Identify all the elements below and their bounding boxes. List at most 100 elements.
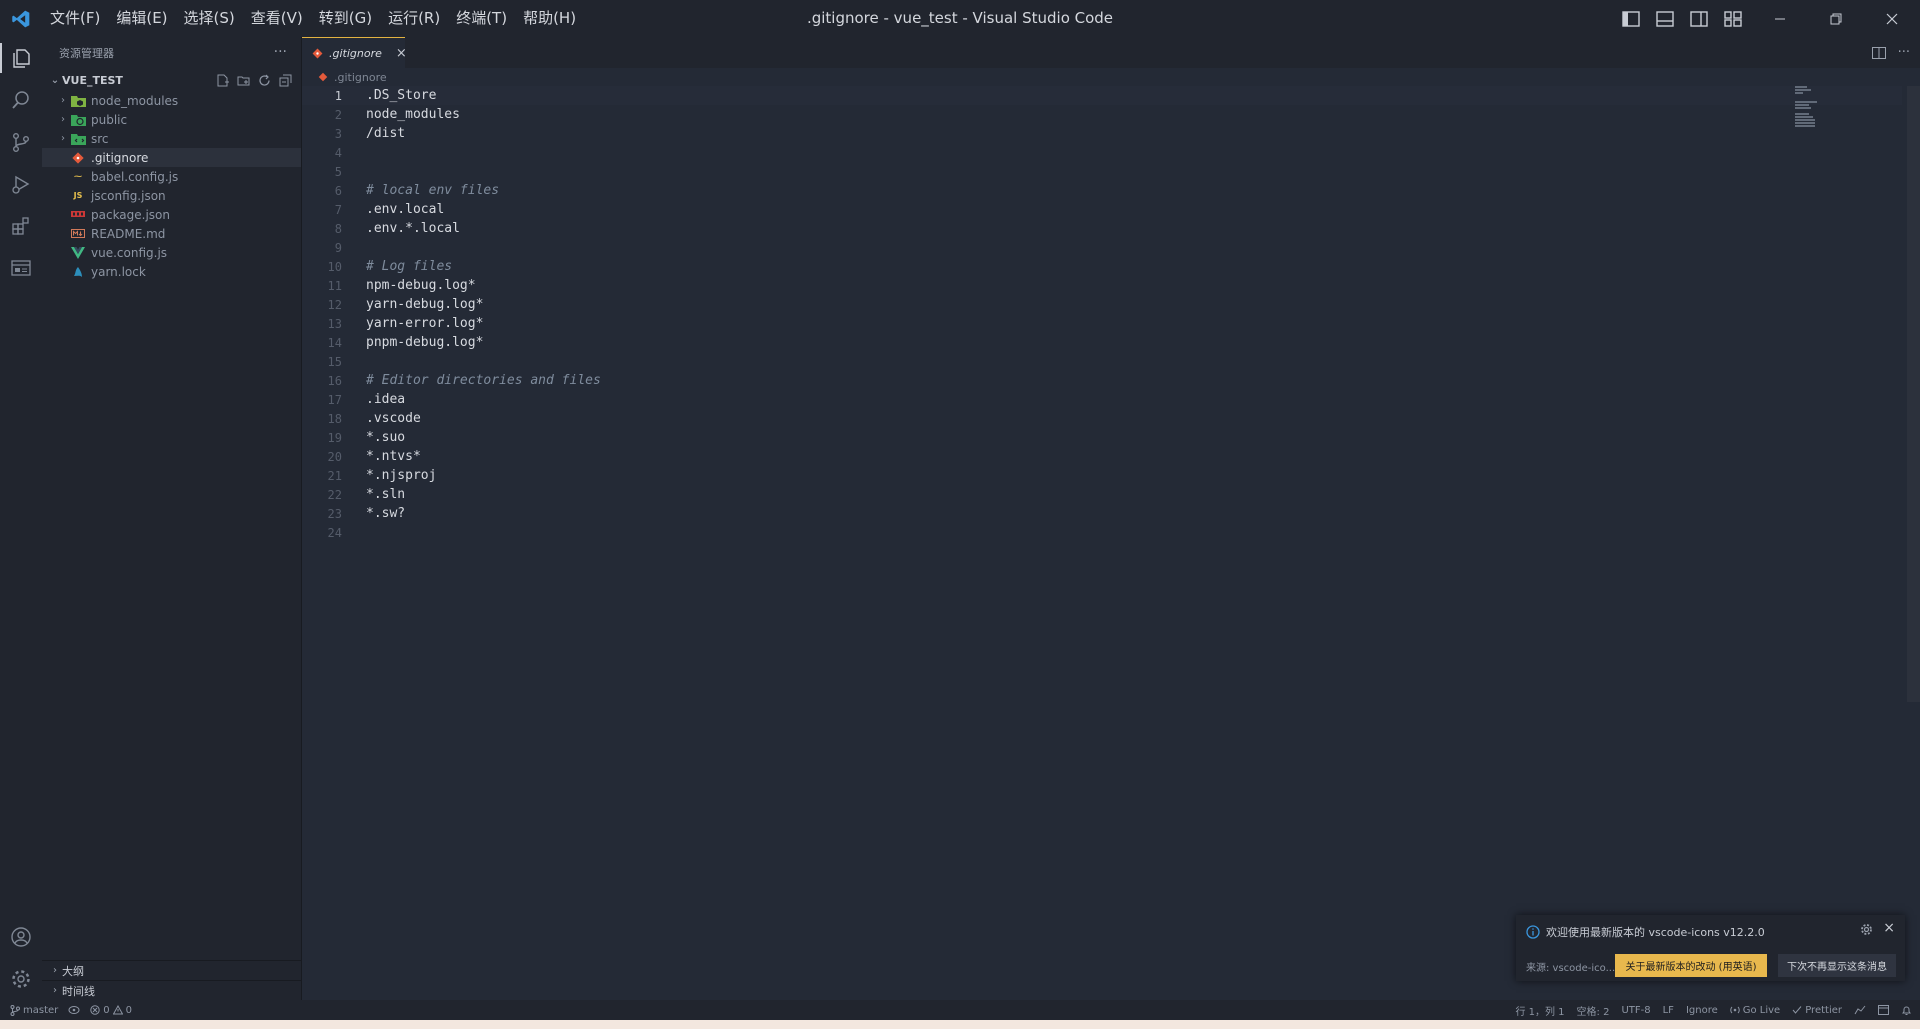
menu-run[interactable]: 运行(R) — [380, 0, 448, 37]
indentation-status[interactable]: 空格: 2 — [1577, 1003, 1610, 1018]
code-line[interactable]: 21 *.njsproj — [302, 466, 1902, 485]
tree-file-yarn-lock[interactable]: yarn.lock — [42, 262, 301, 281]
code-line[interactable]: 17 .idea — [302, 390, 1902, 409]
code-line[interactable]: 11 npm-debug.log* — [302, 276, 1902, 295]
tree-label: yarn.lock — [91, 264, 146, 279]
line-number: 14 — [327, 335, 342, 350]
code-line[interactable]: 5 — [302, 162, 1902, 181]
customize-layout-icon[interactable] — [1718, 4, 1748, 34]
tab-gitignore[interactable]: .gitignore × — [302, 37, 407, 68]
menu-selection[interactable]: 选择(S) — [176, 0, 243, 37]
prettier-status[interactable]: Prettier — [1792, 1005, 1842, 1016]
toggle-panel-icon[interactable] — [1650, 4, 1680, 34]
code-line[interactable]: 15 — [302, 352, 1902, 371]
menu-terminal[interactable]: 终端(T) — [448, 0, 515, 37]
git-file-icon — [312, 48, 323, 59]
code-line[interactable]: 13 yarn-error.log* — [302, 314, 1902, 333]
tree-file-jsconfig[interactable]: JS jsconfig.json — [42, 186, 301, 205]
menu-edit[interactable]: 编辑(E) — [108, 0, 175, 37]
more-actions-icon[interactable]: ··· — [1898, 45, 1910, 60]
code-line[interactable]: 14 pnpm-debug.log* — [302, 333, 1902, 352]
remote-explorer-icon[interactable] — [0, 247, 42, 289]
tree-file-package-json[interactable]: package.json — [42, 205, 301, 224]
chevron-right-icon: › — [53, 965, 57, 976]
code-line[interactable]: 10 # Log files — [302, 257, 1902, 276]
notifications-bell-icon[interactable] — [1901, 1005, 1912, 1016]
code-line[interactable]: 20 *.ntvs* — [302, 447, 1902, 466]
line-number: 17 — [327, 392, 342, 407]
go-live-status[interactable]: Go Live — [1729, 1005, 1780, 1016]
eol-status[interactable]: LF — [1663, 1005, 1674, 1016]
status-left: master 0 0 — [10, 1000, 132, 1020]
code-line[interactable]: 19 *.suo — [302, 428, 1902, 447]
code-line[interactable]: 9 — [302, 238, 1902, 257]
close-notification-icon[interactable]: × — [1883, 920, 1895, 936]
branch-status[interactable]: master — [10, 1004, 59, 1016]
minimize-icon[interactable] — [1752, 0, 1808, 37]
menu-view[interactable]: 查看(V) — [243, 0, 311, 37]
run-debug-icon[interactable] — [0, 163, 42, 205]
split-editor-icon[interactable] — [1871, 46, 1886, 59]
tree-file-readme[interactable]: README.md — [42, 224, 301, 243]
code-line[interactable]: 4 — [302, 143, 1902, 162]
tree-folder-src[interactable]: › src — [42, 129, 301, 148]
source-control-icon[interactable] — [0, 121, 42, 163]
tree-folder-public[interactable]: › public — [42, 110, 301, 129]
prettier-label: Prettier — [1805, 1004, 1842, 1016]
refresh-icon[interactable] — [257, 73, 272, 88]
collapse-all-icon[interactable] — [278, 73, 293, 88]
tree-file-gitignore[interactable]: .gitignore — [42, 148, 301, 167]
outline-section[interactable]: › 大纲 — [42, 960, 301, 980]
tree-file-babel-config[interactable]: ⁓ babel.config.js — [42, 167, 301, 186]
menu-help[interactable]: 帮助(H) — [515, 0, 584, 37]
new-folder-icon[interactable] — [236, 73, 251, 88]
timeline-section[interactable]: › 时间线 — [42, 980, 301, 1000]
settings-gear-icon[interactable] — [0, 958, 42, 1000]
problems-status[interactable]: 0 0 — [90, 1005, 132, 1016]
code-line[interactable]: 16 # Editor directories and files — [302, 371, 1902, 390]
code-line[interactable]: 12 yarn-debug.log* — [302, 295, 1902, 314]
minimap[interactable] — [1795, 86, 1835, 136]
close-window-icon[interactable] — [1864, 0, 1920, 37]
menu-go[interactable]: 转到(G) — [311, 0, 380, 37]
breadcrumb-file[interactable]: .gitignore — [334, 71, 387, 84]
close-tab-icon[interactable]: × — [396, 46, 407, 61]
restore-icon[interactable] — [1808, 0, 1864, 37]
cursor-position[interactable]: 行 1，列 1 — [1515, 1003, 1564, 1018]
encoding-status[interactable]: UTF-8 — [1621, 1005, 1650, 1016]
branch-name: master — [23, 1004, 59, 1016]
code-line[interactable]: 3/dist — [302, 124, 1902, 143]
tree-folder-node-modules[interactable]: › node_modules — [42, 91, 301, 110]
extensions-icon[interactable] — [0, 205, 42, 247]
error-icon — [90, 1005, 100, 1015]
code-line[interactable]: 8 .env.*.local — [302, 219, 1902, 238]
language-mode[interactable]: Ignore — [1686, 1005, 1718, 1016]
new-file-icon[interactable] — [215, 73, 230, 88]
code-line[interactable]: 1 .DS_Store — [302, 86, 1902, 105]
toggle-primary-sidebar-icon[interactable] — [1616, 4, 1646, 34]
code-line[interactable]: 24 — [302, 523, 1902, 542]
code-line[interactable]: 23 *.sw? — [302, 504, 1902, 523]
code-line[interactable]: 2 node_modules — [302, 105, 1902, 124]
toggle-secondary-sidebar-icon[interactable] — [1684, 4, 1714, 34]
menu-file[interactable]: 文件(F) — [42, 0, 108, 37]
release-notes-button[interactable]: 关于最新版本的改动 (用英语) — [1615, 954, 1767, 977]
workspace-folder[interactable]: ⌄ VUE_TEST — [42, 69, 301, 91]
tweet-feedback-icon[interactable] — [1854, 1005, 1866, 1015]
code-line[interactable]: 7 .env.local — [302, 200, 1902, 219]
search-icon[interactable] — [0, 79, 42, 121]
sync-icon[interactable] — [68, 1005, 80, 1015]
dont-show-again-button[interactable]: 下次不再显示这条消息 — [1778, 954, 1896, 977]
layout-status-icon[interactable] — [1878, 1005, 1889, 1015]
more-actions-icon[interactable]: ··· — [274, 37, 287, 67]
notification-settings-icon[interactable] — [1860, 923, 1873, 936]
tree-file-vue-config[interactable]: vue.config.js — [42, 243, 301, 262]
code-line[interactable]: 22 *.sln — [302, 485, 1902, 504]
accounts-icon[interactable] — [0, 916, 42, 958]
code-line[interactable]: 6 # local env files — [302, 181, 1902, 200]
code-line[interactable]: 18 .vscode — [302, 409, 1902, 428]
line-number: 13 — [327, 316, 342, 331]
explorer-icon[interactable] — [0, 37, 42, 79]
code-editor[interactable]: 1 .DS_Store 2 node_modules 3/dist 4 5 6 # local … — [302, 86, 1902, 542]
editor-scrollbar[interactable] — [1907, 86, 1920, 702]
